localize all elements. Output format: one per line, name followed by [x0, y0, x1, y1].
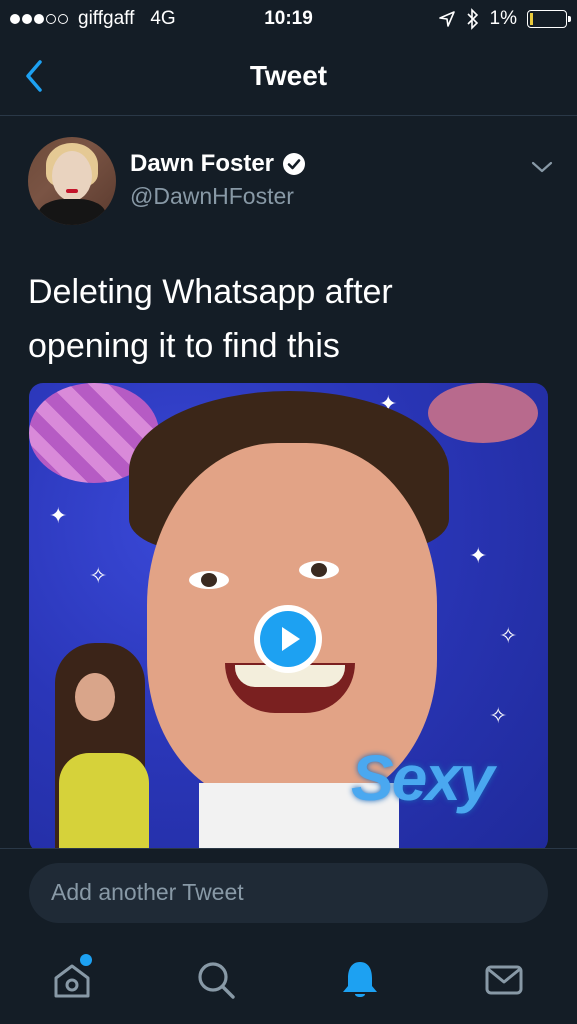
decoration: [428, 383, 538, 443]
status-bar: giffgaff 4G 10:19 1%: [0, 0, 577, 40]
battery-fill: [530, 13, 533, 25]
tab-home[interactable]: [48, 954, 96, 1004]
play-button[interactable]: [254, 605, 322, 673]
status-right: 1%: [438, 8, 571, 30]
bluetooth-icon: [466, 8, 478, 30]
verified-badge-icon: [283, 153, 306, 175]
battery-percent: 1%: [489, 8, 517, 29]
location-arrow-icon: [438, 11, 455, 27]
author-name-row[interactable]: Dawn Foster: [130, 150, 306, 178]
author-name[interactable]: Dawn Foster: [130, 150, 274, 178]
tab-bar: [0, 936, 577, 1024]
search-icon: [198, 962, 235, 999]
chevron-down-icon: [531, 161, 553, 173]
tweet-text-line: opening it to find this: [28, 327, 340, 365]
tweet-video[interactable]: ✦ ✧ ✦ ✧ ✦ ✦ ✧ ✦ Sexy: [29, 383, 548, 853]
tab-messages[interactable]: [480, 956, 528, 1004]
mail-icon: [485, 965, 523, 995]
tweet-text: Deleting Whatsapp after opening it to fi…: [28, 265, 548, 373]
add-tweet-input[interactable]: Add another Tweet: [29, 863, 548, 923]
play-icon: [282, 627, 300, 651]
author-handle[interactable]: @DawnHFoster: [130, 183, 294, 210]
tweet-text-line: Deleting Whatsapp after: [28, 273, 393, 311]
page-title: Tweet: [249, 60, 328, 91]
avatar[interactable]: [28, 137, 116, 225]
battery-icon: [527, 10, 571, 28]
tweet-menu-button[interactable]: [529, 157, 555, 177]
media-overlay-text: Sexy: [351, 742, 494, 814]
tab-notifications[interactable]: [336, 956, 384, 1004]
notification-dot: [80, 954, 92, 966]
bell-icon: [343, 962, 377, 997]
reply-composer: Add another Tweet: [0, 848, 577, 936]
tab-search[interactable]: [192, 956, 240, 1004]
nav-bar: Tweet: [0, 40, 577, 116]
